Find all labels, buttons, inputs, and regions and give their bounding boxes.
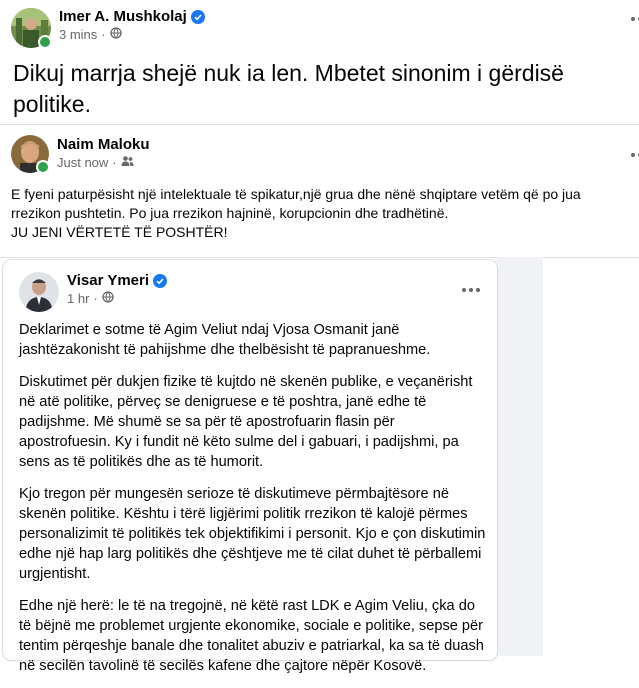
post-divider <box>0 257 639 258</box>
feed-background <box>497 257 543 656</box>
post1-header: Imer A. Mushkolaj 3 mins · <box>11 8 205 49</box>
post-paragraph: Kjo tregon për mungesën serioze të disku… <box>19 486 486 582</box>
post-paragraph: Deklarimet e sotme të Agim Veliut ndaj V… <box>19 322 431 358</box>
online-status-dot <box>38 35 52 49</box>
post-timestamp[interactable]: 1 hr <box>67 291 89 306</box>
globe-icon <box>102 291 114 306</box>
post-text-line: rrezikon pushtetin. Po jua rrezikon hajn… <box>11 205 449 221</box>
meta-separator: · <box>93 291 98 306</box>
post-paragraph: Diskutimet për dukjen fizike të kujtdo n… <box>19 374 473 470</box>
verified-badge-icon <box>153 273 168 288</box>
more-options-button[interactable] <box>457 278 485 302</box>
post-divider <box>0 124 639 125</box>
more-dots-icon <box>631 153 639 157</box>
globe-icon <box>109 27 122 42</box>
post-text-line: JU JENI VËRTETË TË POSHTËR! <box>11 224 228 240</box>
post2-header: Naim Maloku Just now · <box>11 135 150 174</box>
post-text: Deklarimet e sotme të Agim Veliut ndaj V… <box>19 320 489 688</box>
friends-icon <box>121 155 134 170</box>
more-options-button[interactable] <box>631 148 639 162</box>
avatar[interactable] <box>11 135 50 174</box>
more-dots-icon <box>631 17 639 21</box>
avatar-photo <box>19 272 59 312</box>
post-paragraph: Edhe një herë: le të na tregojnë, në kët… <box>19 598 484 674</box>
online-status-dot <box>36 160 50 174</box>
verified-badge-icon <box>190 9 205 24</box>
meta-separator: · <box>112 155 117 170</box>
more-options-button[interactable] <box>631 12 639 26</box>
post-author-name[interactable]: Visar Ymeri <box>67 272 149 289</box>
post-timestamp[interactable]: Just now <box>57 155 108 170</box>
post-text: Dikuj marrja shejë nuk ia len. Mbetet si… <box>13 60 564 117</box>
post-text-line: E fyeni paturpësisht një intelektuale të… <box>11 186 581 202</box>
shared-post-card[interactable]: Visar Ymeri 1 hr · Deklarimet e sotme të… <box>3 260 497 674</box>
post3-header: Visar Ymeri 1 hr · <box>19 272 168 312</box>
post-timestamp[interactable]: 3 mins <box>59 27 97 42</box>
post-text: E fyeni paturpësisht një intelektuale të… <box>11 185 631 242</box>
avatar[interactable] <box>11 8 52 49</box>
meta-separator: · <box>101 27 106 42</box>
post-author-name[interactable]: Naim Maloku <box>57 136 150 153</box>
avatar[interactable] <box>19 272 59 312</box>
post-author-name[interactable]: Imer A. Mushkolaj <box>59 8 187 25</box>
more-dots-icon <box>462 288 480 292</box>
